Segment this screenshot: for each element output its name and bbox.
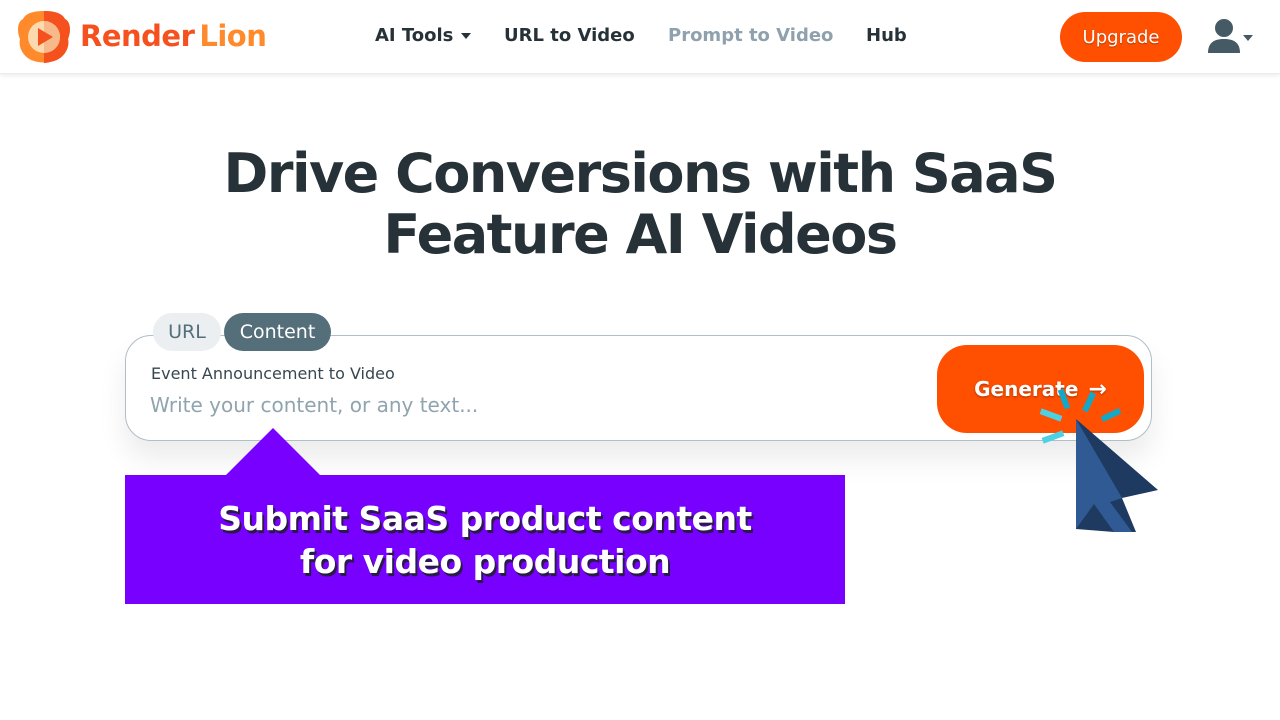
nav-ai-tools[interactable]: AI Tools — [375, 25, 472, 46]
callout-banner: Submit SaaS product content for video pr… — [125, 475, 845, 604]
nav-ai-tools-label: AI Tools — [375, 25, 454, 46]
page-title-line2: Feature AI Videos — [383, 203, 898, 266]
top-navbar: Render Lion AI Tools URL to Video Prompt … — [0, 0, 1280, 74]
nav-prompt-to-video[interactable]: Prompt to Video — [668, 25, 833, 46]
tab-url[interactable]: URL — [153, 313, 221, 351]
page-title: Drive Conversions with SaaS Feature AI V… — [0, 143, 1280, 265]
page-title-line1: Drive Conversions with SaaS — [223, 142, 1058, 205]
callout-line1: Submit SaaS product content — [218, 498, 752, 538]
callout-pointer — [225, 428, 321, 476]
brand-name: Render Lion — [80, 19, 267, 53]
callout-line2: for video production — [299, 541, 671, 581]
lion-logo-icon — [18, 11, 70, 63]
upgrade-button[interactable]: Upgrade — [1060, 12, 1182, 62]
nav-url-to-video[interactable]: URL to Video — [504, 25, 635, 46]
chevron-down-icon — [461, 33, 472, 39]
content-input[interactable] — [150, 390, 910, 420]
user-icon — [1208, 19, 1253, 53]
tab-content[interactable]: Content — [224, 313, 331, 351]
click-cursor-icon — [1039, 388, 1158, 532]
input-label: Event Announcement to Video — [151, 364, 395, 383]
logo[interactable]: Render Lion — [16, 8, 267, 64]
nav-hub[interactable]: Hub — [866, 25, 907, 46]
user-menu[interactable] — [1206, 18, 1256, 58]
